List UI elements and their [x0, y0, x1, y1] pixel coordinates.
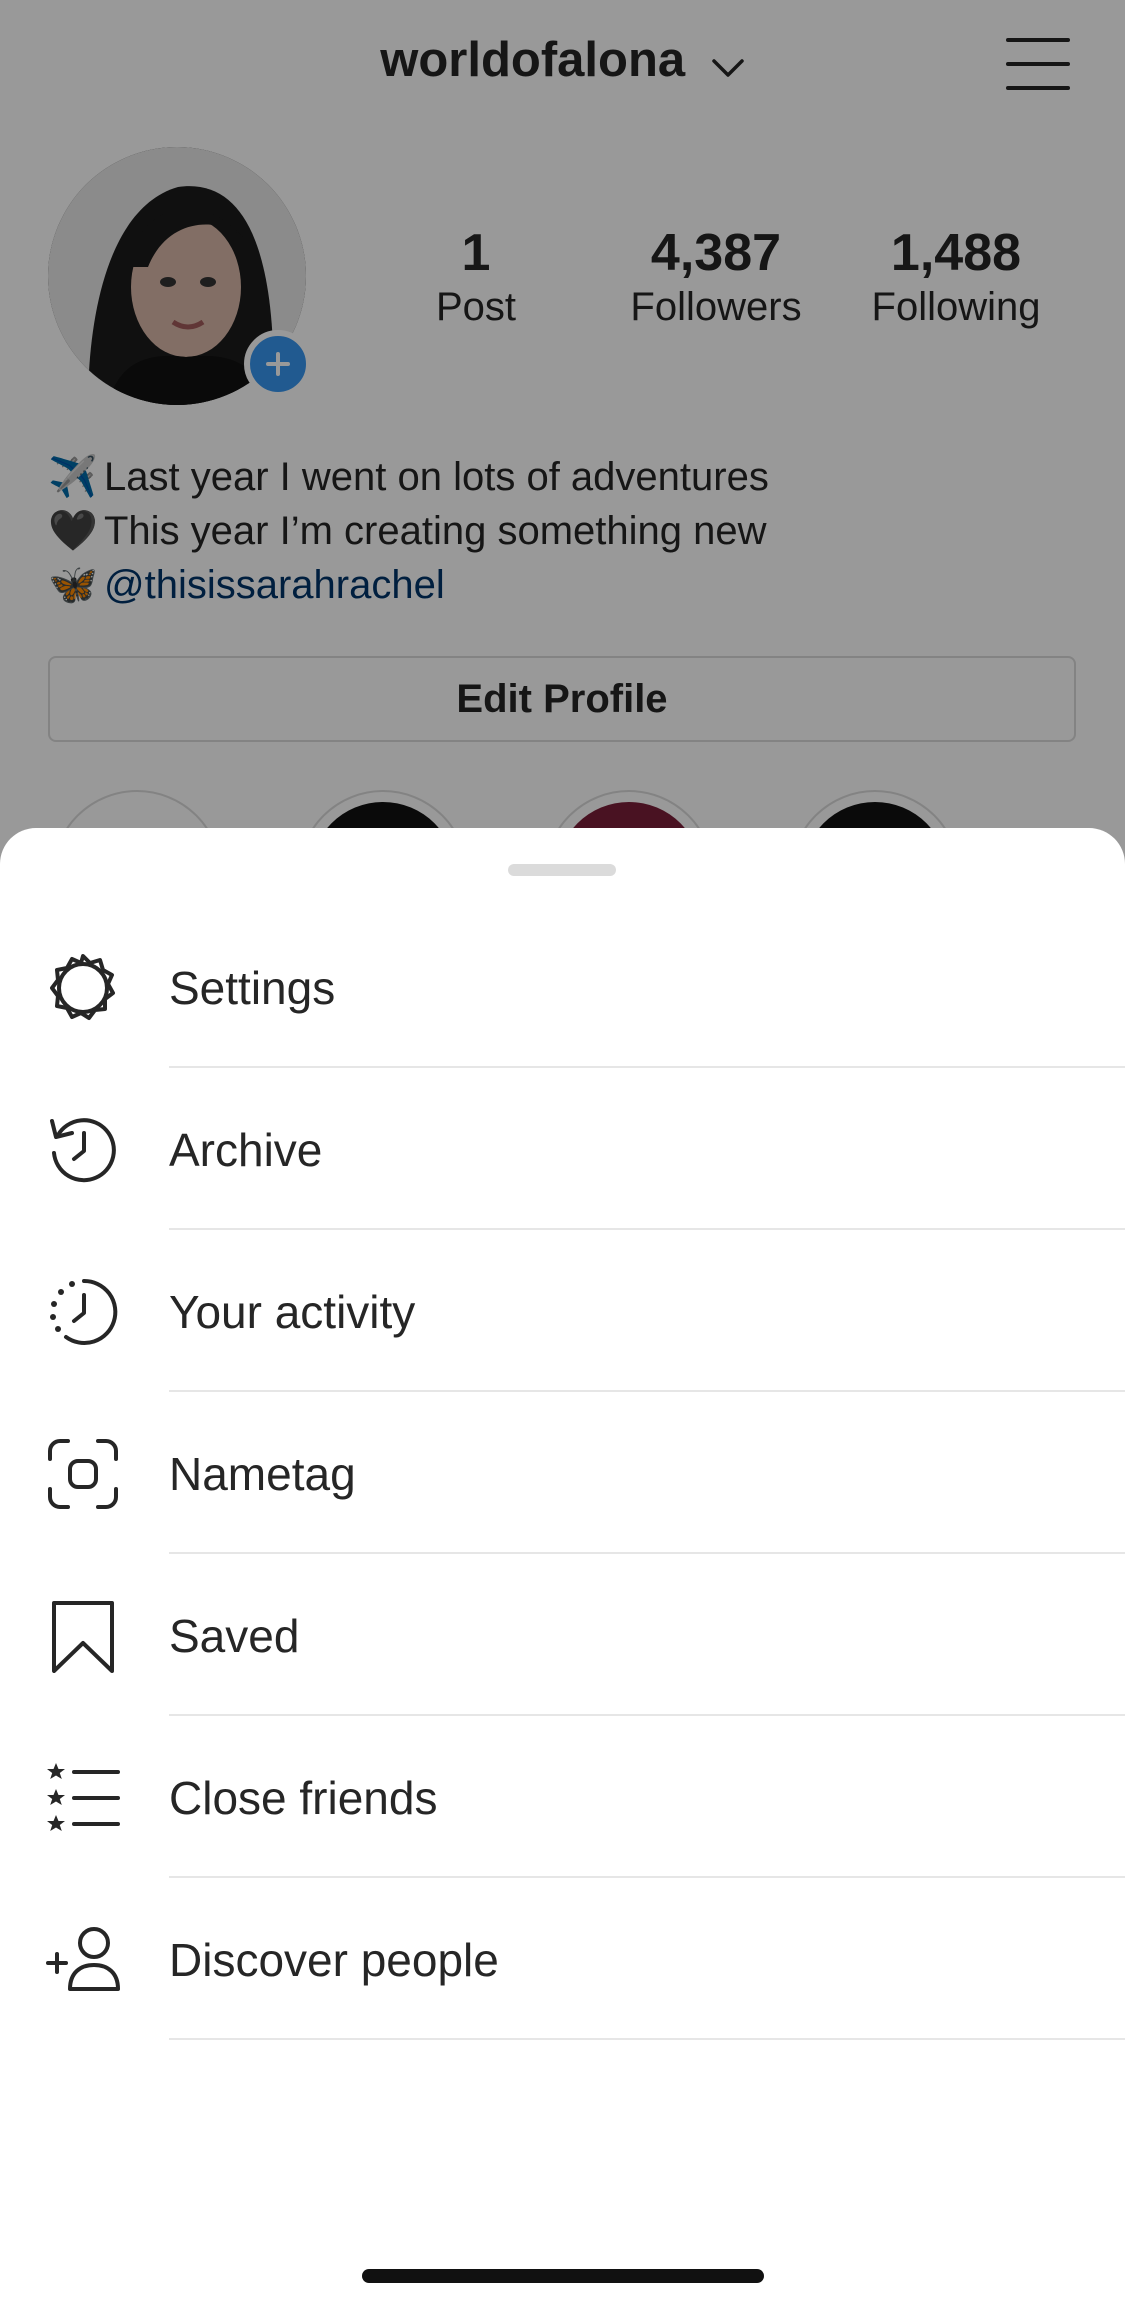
menu-item-your-activity[interactable]: Your activity — [0, 1230, 1125, 1392]
menu-item-label: Saved — [169, 1610, 300, 1662]
menu-item-label: Discover people — [169, 1934, 499, 1986]
archive-icon — [46, 1113, 120, 1187]
menu-item-label: Archive — [169, 1124, 323, 1176]
menu-item-label: Nametag — [169, 1448, 356, 1500]
bookmark-icon — [46, 1599, 120, 1673]
menu-item-label: Settings — [169, 962, 336, 1014]
menu-item-archive[interactable]: Archive — [0, 1068, 1125, 1230]
menu-item-saved[interactable]: Saved — [0, 1554, 1125, 1716]
divider — [169, 2038, 1125, 2040]
menu-item-close-friends[interactable]: Close friends — [0, 1716, 1125, 1878]
add-person-icon — [46, 1923, 120, 1997]
nametag-icon — [46, 1437, 120, 1511]
activity-icon — [46, 1275, 120, 1349]
menu-item-discover-people[interactable]: Discover people — [0, 1878, 1125, 2040]
home-indicator[interactable] — [362, 2269, 764, 2283]
menu-item-label: Close friends — [169, 1772, 438, 1824]
sheet-grabber[interactable] — [508, 864, 616, 876]
menu-item-nametag[interactable]: Nametag — [0, 1392, 1125, 1554]
menu-item-settings[interactable]: Settings — [0, 906, 1125, 1068]
options-sheet: Settings Archive Your activity Nametag S… — [0, 828, 1125, 2305]
settings-icon — [46, 951, 120, 1025]
menu-item-label: Your activity — [169, 1286, 416, 1338]
close-friends-icon — [46, 1761, 120, 1835]
